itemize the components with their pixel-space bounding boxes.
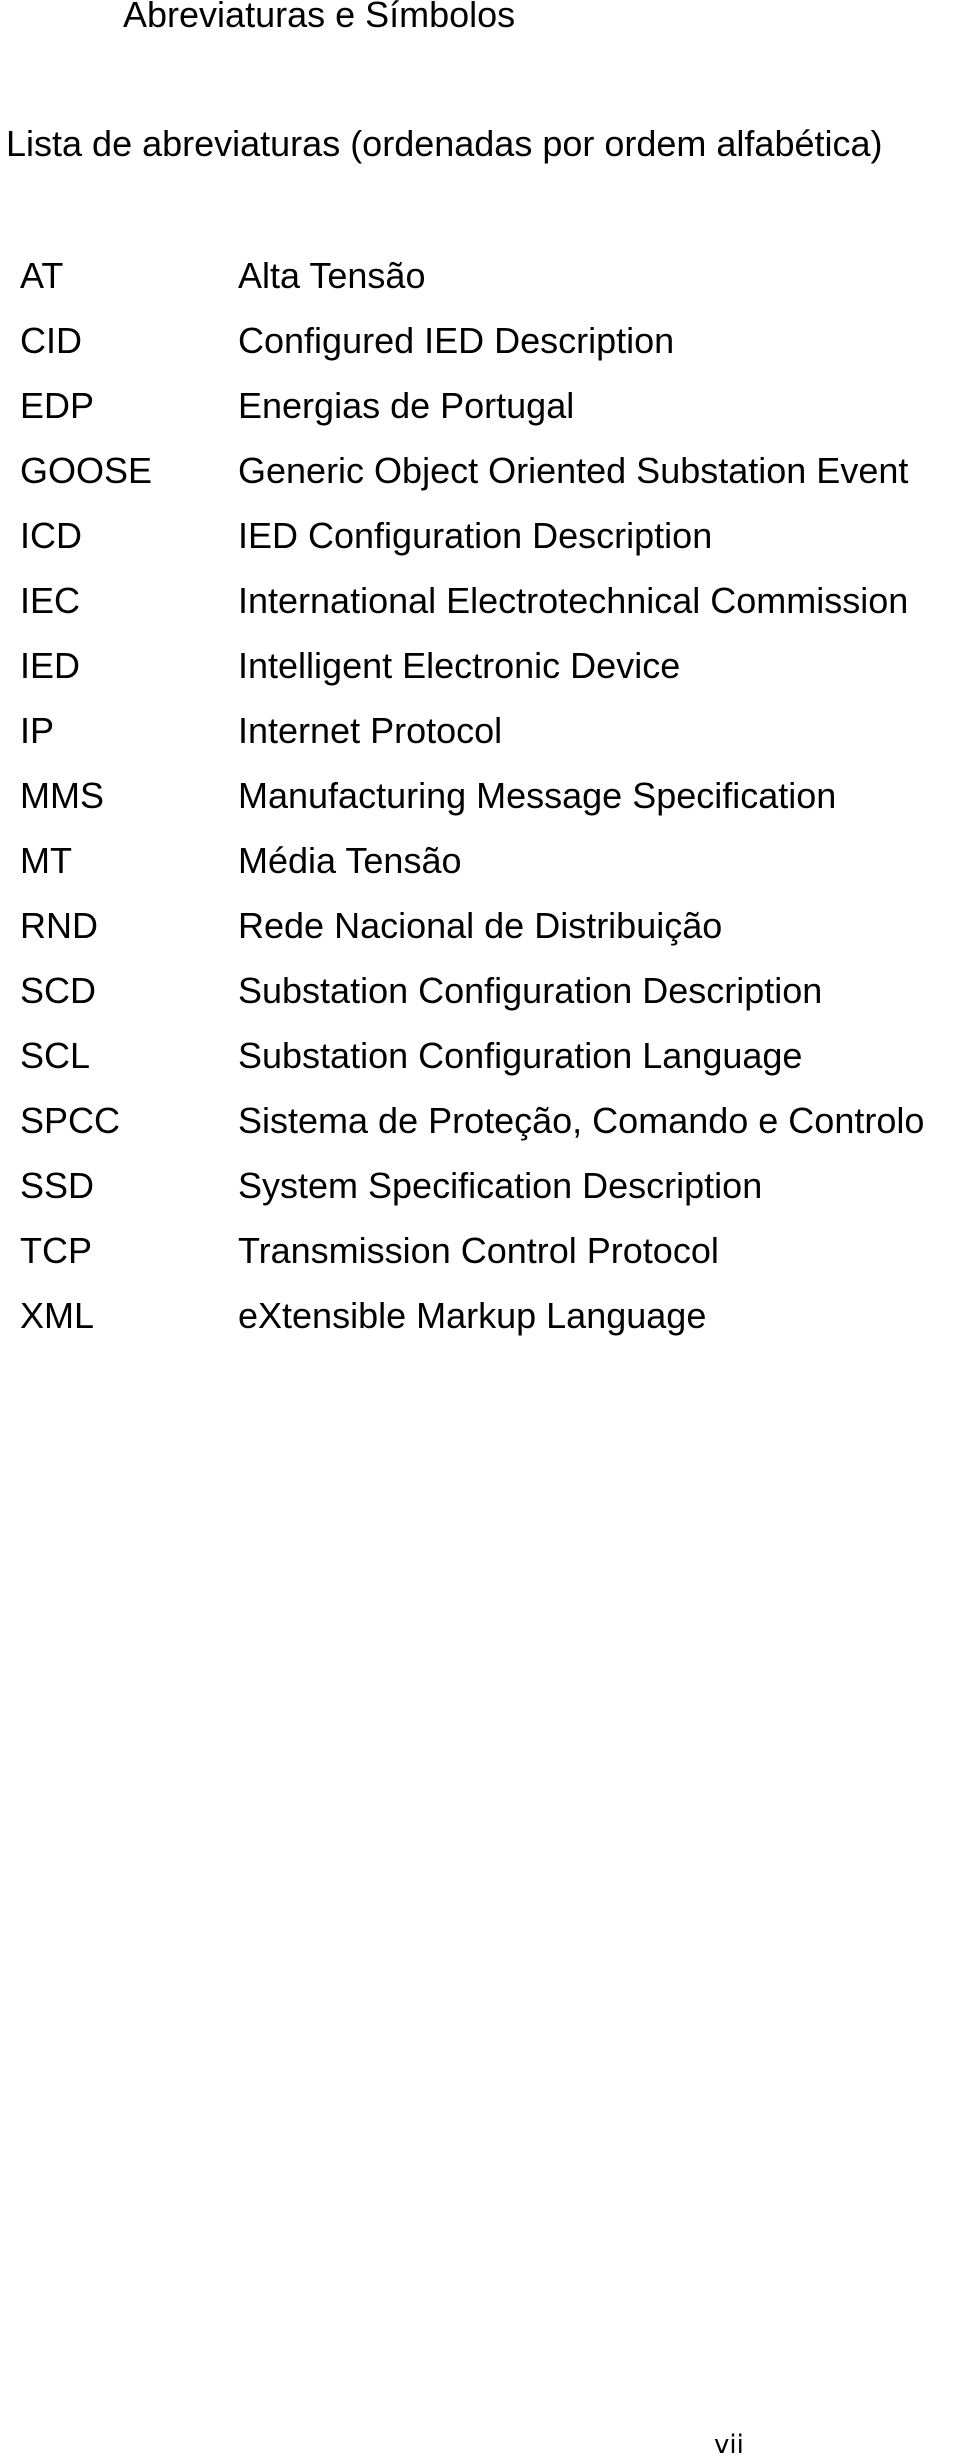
abbreviation-definition: Internet Protocol [238, 710, 503, 751]
abbreviation: GOOSE [20, 450, 153, 491]
abbreviation: MMS [20, 775, 104, 816]
abbreviation-definition: IED Configuration Description [238, 515, 713, 556]
abbreviation: XML [20, 1295, 95, 1336]
abbreviation: IEC [20, 580, 81, 621]
abbreviation: IED [20, 645, 81, 686]
abbreviation-definition: International Electrotechnical Commissio… [238, 580, 909, 621]
abbreviation-definition: eXtensible Markup Language [238, 1295, 707, 1336]
abbreviation-definition: Manufacturing Message Specification [238, 775, 837, 816]
abbreviation: IP [20, 710, 55, 751]
page-number: vii [714, 2430, 744, 2460]
abbreviation: SCL [20, 1035, 91, 1076]
abbreviation-definition: Transmission Control Protocol [238, 1230, 719, 1271]
abbreviation-definition: Intelligent Electronic Device [238, 645, 681, 686]
abbreviation: RND [20, 905, 98, 946]
abbreviation-definition: System Specification Description [238, 1165, 763, 1206]
abbreviation-definition: Média Tensão [238, 840, 462, 881]
abbreviation: AT [20, 255, 64, 296]
abbreviation-definition: Rede Nacional de Distribuição [238, 905, 723, 946]
abbreviation-definition: Substation Configuration Language [238, 1035, 803, 1076]
abbreviation: EDP [20, 385, 95, 426]
abbreviation-definition: Sistema de Proteção, Comando e Controlo [238, 1100, 925, 1141]
abbreviation: MT [20, 840, 72, 881]
abbreviation: SCD [20, 970, 97, 1011]
abbreviation-definition: Generic Object Oriented Substation Event [238, 450, 909, 491]
abbreviation: TCP [20, 1230, 92, 1271]
abbreviation-definition: Configured IED Description [238, 320, 675, 361]
abbreviation-definition: Substation Configuration Description [238, 970, 823, 1011]
abbreviation: SPCC [20, 1100, 121, 1141]
abbreviation: CID [20, 320, 82, 361]
abbreviation-definition: Energias de Portugal [238, 385, 575, 426]
list-heading: Lista de abreviaturas (ordenadas por ord… [6, 123, 883, 164]
abbreviation-definition: Alta Tensão [238, 255, 426, 296]
abbreviation: SSD [20, 1165, 95, 1206]
abbreviation: ICD [20, 515, 82, 556]
page-title: Abreviaturas e Símbolos [123, 0, 516, 35]
